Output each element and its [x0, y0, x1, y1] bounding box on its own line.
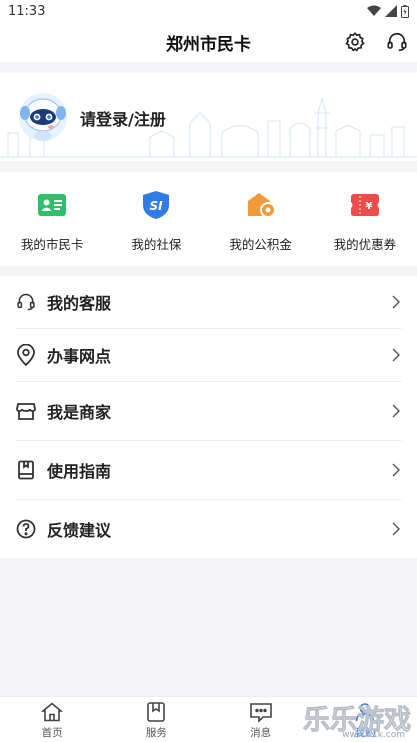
- shortcut-label: 我的公积金: [229, 237, 292, 252]
- login-card[interactable]: 请登录/注册: [0, 73, 417, 161]
- shortcut-social-security[interactable]: SI 我的社保: [104, 172, 208, 266]
- menu-item-customer-service[interactable]: 我的客服: [0, 276, 417, 328]
- watermark-url: www.61k.com: [342, 730, 405, 740]
- guide-book-icon: [15, 459, 37, 481]
- menu-item-user-guide[interactable]: 使用指南: [0, 441, 417, 499]
- tab-label: 消息: [250, 727, 272, 739]
- menu-item-label: 办事网点: [47, 347, 112, 366]
- menu-item-feedback[interactable]: 反馈建议: [0, 500, 417, 558]
- signal-icon: [385, 5, 397, 17]
- menu-item-label: 使用指南: [47, 462, 112, 481]
- home-icon: [41, 702, 64, 722]
- headset-icon: [15, 291, 37, 313]
- house-coin-icon: [246, 190, 276, 220]
- menu-item-service-outlets[interactable]: 办事网点: [0, 329, 417, 381]
- shortcut-badge-text: SI: [150, 199, 164, 213]
- status-bar: 11:33: [0, 0, 417, 22]
- tab-label: 首页: [41, 727, 63, 739]
- shortcut-citizen-card[interactable]: 我的市民卡: [0, 172, 104, 266]
- shield-si-icon: SI: [141, 190, 171, 220]
- chevron-right-icon: [392, 348, 400, 362]
- question-icon: [15, 518, 37, 540]
- menu-item-label: 我的客服: [47, 294, 112, 313]
- shortcut-label: 我的社保: [131, 237, 182, 252]
- headset-icon[interactable]: [385, 30, 409, 54]
- battery-icon: [401, 4, 409, 18]
- gear-icon[interactable]: [343, 30, 367, 54]
- location-pin-icon: [15, 344, 37, 366]
- chevron-right-icon: [392, 522, 400, 536]
- message-icon: [249, 703, 272, 723]
- shortcut-badge-text: ¥: [365, 201, 372, 212]
- tab-services[interactable]: 服务: [104, 697, 208, 742]
- shortcut-label: 我的市民卡: [20, 237, 84, 252]
- status-time: 11:33: [8, 3, 46, 19]
- id-card-icon: [37, 190, 67, 220]
- bookmark-icon: [147, 702, 166, 722]
- shortcut-coupons[interactable]: ¥ 我的优惠券: [313, 172, 417, 266]
- store-icon: [15, 400, 37, 422]
- shortcut-row: 我的市民卡 SI 我的社保 我的公积金 ¥ 我的优惠券: [0, 172, 417, 266]
- watermark: 乐乐游戏 www.61k.com: [291, 698, 412, 740]
- avatar: [19, 93, 67, 141]
- app-header: 郑州市民卡: [0, 22, 417, 62]
- coupon-icon: ¥: [350, 190, 380, 220]
- tab-home[interactable]: 首页: [0, 697, 104, 742]
- menu-item-label: 我是商家: [47, 403, 112, 422]
- chevron-right-icon: [392, 295, 400, 309]
- menu-item-label: 反馈建议: [47, 521, 112, 540]
- status-icons: [367, 4, 409, 18]
- wifi-icon: [367, 5, 381, 16]
- chevron-right-icon: [392, 463, 400, 477]
- shortcut-label: 我的优惠券: [333, 237, 397, 252]
- shortcut-housing-fund[interactable]: 我的公积金: [209, 172, 313, 266]
- page-title: 郑州市民卡: [166, 34, 251, 55]
- chevron-right-icon: [392, 404, 400, 418]
- tab-label: 服务: [145, 727, 167, 739]
- login-register-link[interactable]: 请登录/注册: [80, 106, 166, 130]
- menu-list: 我的客服 办事网点 我是商家 使用指南 反馈建议: [0, 276, 417, 558]
- menu-item-merchant[interactable]: 我是商家: [0, 382, 417, 440]
